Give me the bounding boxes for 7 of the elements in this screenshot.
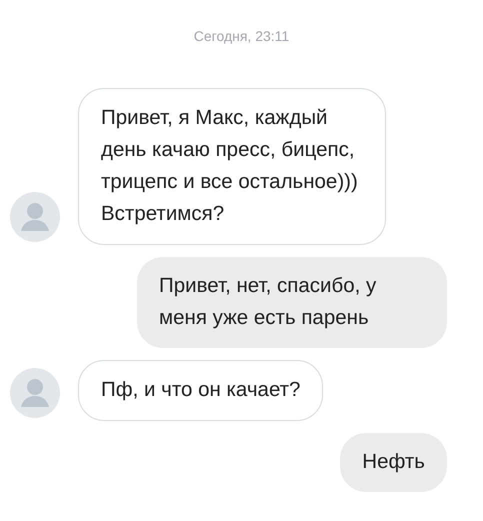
avatar-icon[interactable] xyxy=(10,192,60,242)
incoming-message: Пф, и что он качает? xyxy=(78,360,324,421)
avatar-icon[interactable] xyxy=(10,368,60,418)
incoming-message: Привет, я Макс, каждый день качаю пресс, бицепс, трицепс и все остальное))) Встретимся? xyxy=(78,88,386,245)
outgoing-message: Привет, нет, спасибо, у меня уже есть парень xyxy=(137,257,447,348)
outgoing-message: Нефть xyxy=(340,433,447,492)
date-label: Сегодня, 23:11 xyxy=(194,28,290,44)
